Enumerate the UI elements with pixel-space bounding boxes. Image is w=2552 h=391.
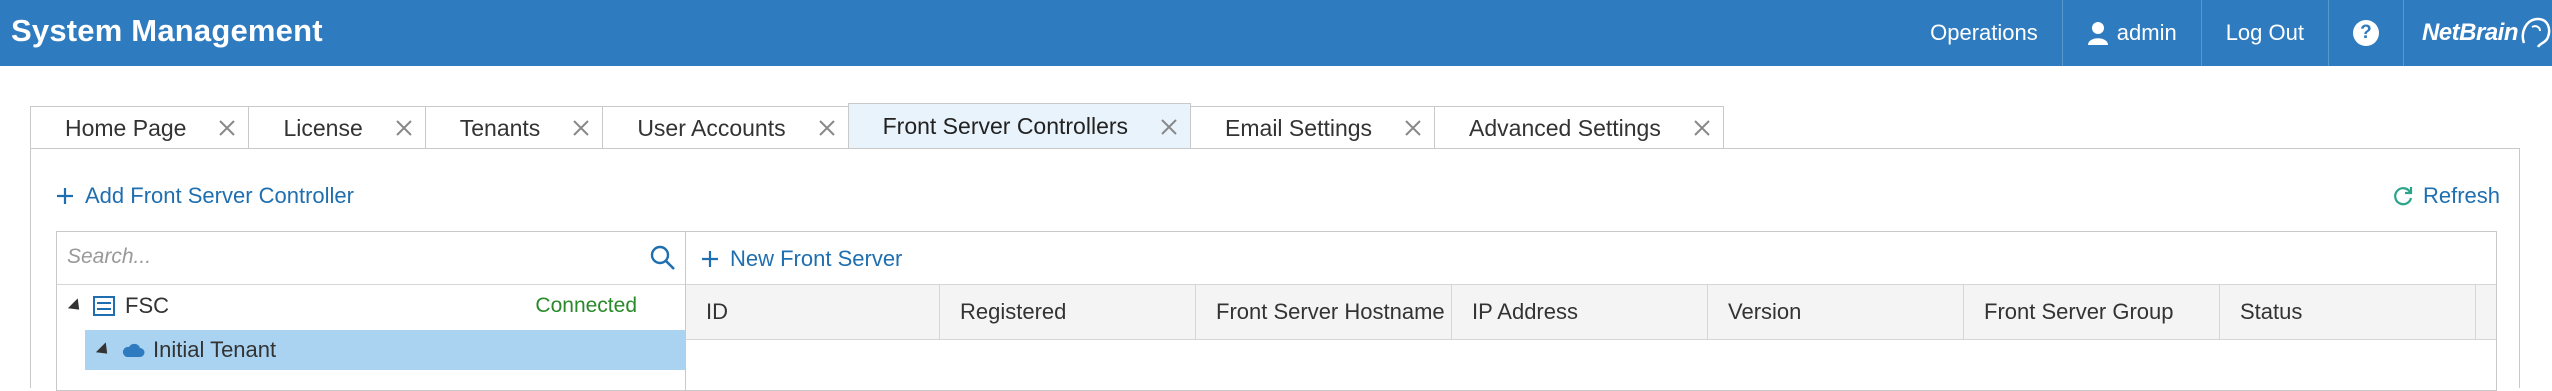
search-input[interactable] xyxy=(57,232,637,282)
plus-icon xyxy=(702,251,718,267)
fsc-label: FSC xyxy=(125,293,169,318)
tab-label: Tenants xyxy=(459,114,541,141)
front-server-grid-panel: New Front Server ID Registered Front Ser… xyxy=(686,231,2497,391)
help-button[interactable]: ? xyxy=(2327,0,2403,66)
tree-node-initial-tenant[interactable]: Initial Tenant xyxy=(85,330,685,370)
tab-home-page[interactable]: Home Page xyxy=(30,106,250,149)
tab-label: Email Settings xyxy=(1225,114,1373,141)
tenant-label: Initial Tenant xyxy=(153,337,277,362)
cloud-icon xyxy=(122,343,145,357)
tree-node-fsc[interactable]: FSC Connected xyxy=(57,286,685,326)
column-header-status[interactable]: Status xyxy=(2220,285,2476,339)
column-header-front-server-group[interactable]: Front Server Group xyxy=(1964,285,2220,339)
grid-header: ID Registered Front Server Hostname IP A… xyxy=(686,284,2496,340)
brain-icon xyxy=(2521,17,2551,48)
new-front-server-button[interactable]: New Front Server xyxy=(700,246,902,272)
user-name: admin xyxy=(2116,20,2177,45)
logout-link[interactable]: Log Out xyxy=(2200,0,2328,66)
close-icon[interactable] xyxy=(1402,117,1424,139)
user-icon xyxy=(2087,22,2108,45)
server-icon xyxy=(93,296,115,316)
tab-label: Home Page xyxy=(65,114,187,141)
column-header-ip-address[interactable]: IP Address xyxy=(1452,285,1708,339)
app-title: System Management xyxy=(11,13,323,48)
new-front-server-label: New Front Server xyxy=(730,246,903,271)
refresh-icon xyxy=(2394,187,2413,206)
column-header-id[interactable]: ID xyxy=(686,285,940,339)
refresh-button[interactable]: Refresh xyxy=(2391,183,2500,209)
tab-label: User Accounts xyxy=(637,114,786,141)
tab-user-accounts[interactable]: User Accounts xyxy=(602,106,849,149)
column-header-version[interactable]: Version xyxy=(1708,285,1964,339)
tab-label: License xyxy=(283,114,363,141)
logo-text: NetBrain xyxy=(2421,19,2519,46)
column-header-front-server-hostname[interactable]: Front Server Hostname xyxy=(1196,285,1452,339)
column-header-registered[interactable]: Registered xyxy=(940,285,1196,339)
fsc-tree-panel: FSC Connected Initial Tenant xyxy=(56,231,686,391)
search-box xyxy=(57,232,685,285)
close-icon[interactable] xyxy=(816,117,838,139)
refresh-label: Refresh xyxy=(2422,183,2500,208)
tab-label: Front Server Controllers xyxy=(882,113,1129,139)
operations-link[interactable]: Operations xyxy=(1906,0,2062,66)
close-icon[interactable] xyxy=(216,117,238,139)
tab-license[interactable]: License xyxy=(248,106,426,149)
close-icon[interactable] xyxy=(1158,116,1180,138)
plus-icon xyxy=(57,188,73,204)
search-icon[interactable] xyxy=(649,244,677,272)
add-front-server-controller-button[interactable]: Add Front Server Controller xyxy=(55,183,354,209)
help-icon: ? xyxy=(2352,20,2379,46)
tab-bar: Home Page License Tenants User Accounts … xyxy=(30,103,1724,149)
tab-label: Advanced Settings xyxy=(1469,114,1661,141)
connection-status: Connected xyxy=(535,294,637,317)
add-fsc-label: Add Front Server Controller xyxy=(85,183,354,208)
close-icon[interactable] xyxy=(393,117,415,139)
close-icon[interactable] xyxy=(1691,117,1713,139)
top-nav: Operations admin Log Out ? NetBrain xyxy=(1906,0,2552,66)
top-bar: System Management Operations admin Log O… xyxy=(0,0,2552,66)
tab-advanced-settings[interactable]: Advanced Settings xyxy=(1434,106,1724,149)
expand-triangle-icon[interactable] xyxy=(95,341,113,359)
expand-triangle-icon[interactable] xyxy=(67,297,85,315)
tab-front-server-controllers[interactable]: Front Server Controllers xyxy=(847,103,1192,149)
user-menu[interactable]: admin xyxy=(2061,0,2201,66)
tab-email-settings[interactable]: Email Settings xyxy=(1190,106,1436,149)
close-icon[interactable] xyxy=(570,117,592,139)
tab-tenants[interactable]: Tenants xyxy=(424,106,604,149)
netbrain-logo: NetBrain xyxy=(2402,0,2552,66)
